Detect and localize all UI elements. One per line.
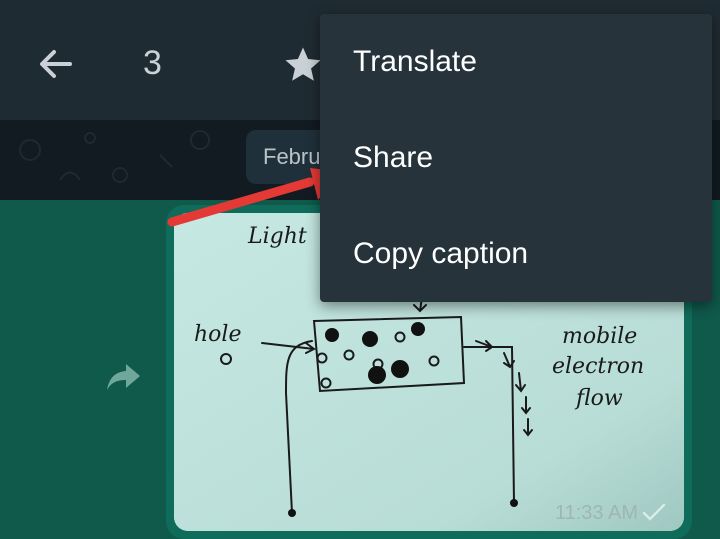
context-menu: Translate Share Copy caption <box>320 14 712 302</box>
sketch-label-light: Light <box>247 224 307 249</box>
sketch-label-flow: flow <box>574 386 623 411</box>
menu-item-share[interactable]: Share <box>320 110 712 206</box>
menu-item-copy-caption[interactable]: Copy caption <box>320 206 712 302</box>
sketch-label-hole: hole <box>194 322 241 347</box>
forward-icon[interactable] <box>104 356 144 396</box>
sketch-label-electron: electron <box>552 354 644 379</box>
selected-count: 3 <box>143 44 162 82</box>
sketch-label-mobile: mobile <box>562 324 637 349</box>
message-time: 11:33 AM <box>554 502 638 524</box>
star-icon[interactable] <box>282 44 324 86</box>
menu-item-translate[interactable]: Translate <box>320 14 712 110</box>
check-icon <box>642 503 666 521</box>
arrow-left-icon[interactable] <box>34 42 78 86</box>
